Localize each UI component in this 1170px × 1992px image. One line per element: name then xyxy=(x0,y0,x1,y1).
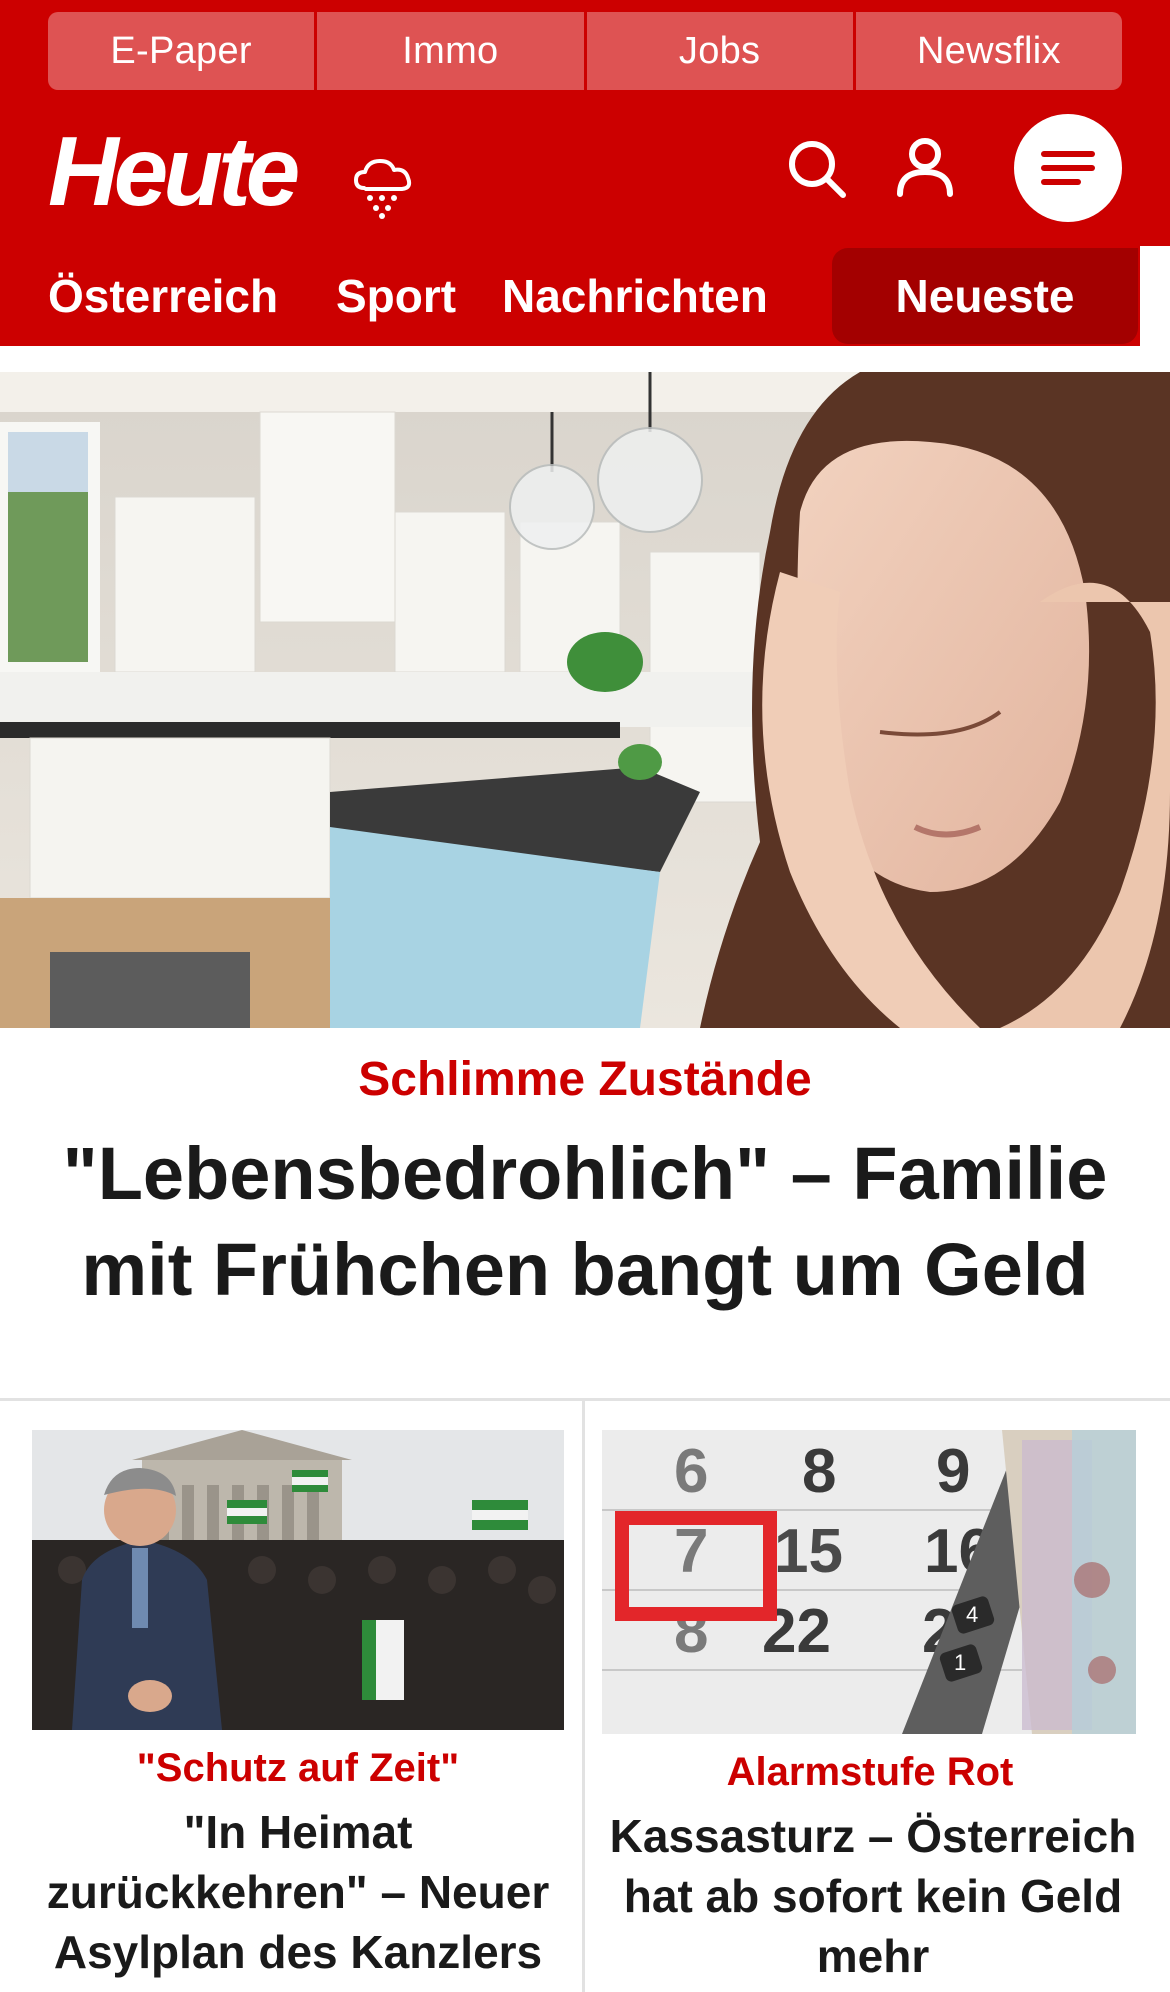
calendar-number: 15 xyxy=(774,1517,843,1586)
hero-kicker[interactable]: Schlimme Zustände xyxy=(0,1052,1170,1107)
teaser-image-budget[interactable]: 6 8 9 7 15 16 8 22 2 4 1 xyxy=(602,1430,1136,1734)
teaser-title-asylum[interactable]: "In Heimat zurückkehren" – Neuer Asylpla… xyxy=(20,1802,576,1982)
calendar-number: 9 xyxy=(936,1437,970,1506)
column-divider xyxy=(582,1400,585,1992)
nav-item-nachrichten[interactable]: Nachrichten xyxy=(502,246,768,346)
teaser-title-budget[interactable]: Kassasturz – Österreich hat ab sofort ke… xyxy=(606,1806,1140,1986)
teaser-photo-calendar: 6 8 9 7 15 16 8 22 2 4 1 xyxy=(602,1430,1136,1734)
hero-image[interactable] xyxy=(0,372,1170,1028)
calendar-number: 7 xyxy=(674,1517,708,1586)
teaser-image-asylum[interactable] xyxy=(32,1430,564,1730)
nav-item-neueste[interactable]: Neueste xyxy=(832,248,1138,344)
section-divider xyxy=(0,1398,1170,1401)
calendar-number: 6 xyxy=(674,1437,708,1506)
teaser-photo-protest xyxy=(32,1430,564,1730)
hero-photo-kitchen-woman xyxy=(0,372,1170,1028)
rain-cloud-icon[interactable] xyxy=(350,152,418,220)
search-icon[interactable] xyxy=(786,138,848,200)
top-link-epaper[interactable]: E-Paper xyxy=(48,12,315,90)
site-logo[interactable]: Heute xyxy=(48,122,300,220)
top-links-bar: E-Paper Immo Jobs Newsflix xyxy=(48,12,1122,90)
hero-title[interactable]: "Lebensbedrohlich" – Familie mit Frühche… xyxy=(20,1126,1150,1318)
top-link-immo[interactable]: Immo xyxy=(317,12,584,90)
calculator-key: 1 xyxy=(954,1650,966,1675)
nav-item-oesterreich[interactable]: Österreich xyxy=(48,246,278,346)
header-edge xyxy=(1140,0,1170,246)
top-link-newsflix[interactable]: Newsflix xyxy=(855,12,1122,90)
user-icon[interactable] xyxy=(894,136,956,198)
hamburger-menu-icon xyxy=(1041,151,1095,185)
top-link-jobs[interactable]: Jobs xyxy=(586,12,853,90)
teaser-kicker-asylum[interactable]: "Schutz auf Zeit" xyxy=(32,1746,564,1791)
calendar-number: 8 xyxy=(802,1437,836,1506)
menu-button[interactable] xyxy=(1014,114,1122,222)
teaser-kicker-budget[interactable]: Alarmstufe Rot xyxy=(600,1750,1140,1795)
calculator-key: 4 xyxy=(966,1602,978,1627)
nav-item-sport[interactable]: Sport xyxy=(336,246,456,346)
section-nav: Österreich Sport Nachrichten Neueste xyxy=(0,246,1170,346)
